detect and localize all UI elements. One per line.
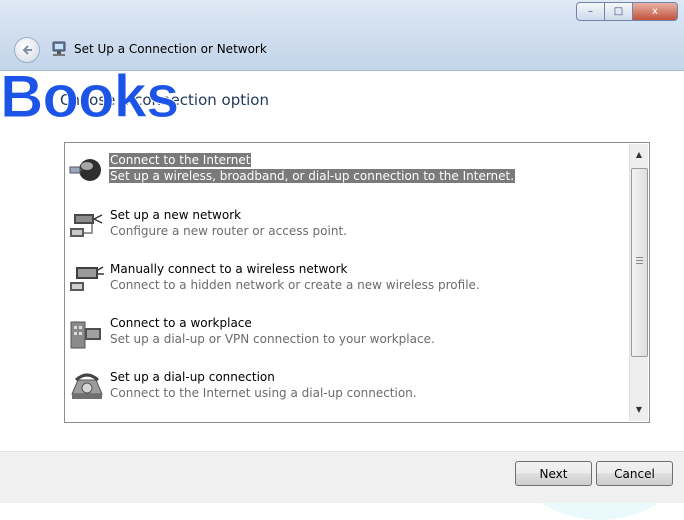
- minimize-button[interactable]: –: [576, 2, 604, 21]
- option-description: Connect to a hidden network or create a …: [110, 278, 480, 292]
- watermark-text: Books: [0, 63, 180, 130]
- scroll-up-button[interactable]: ▲: [630, 146, 648, 162]
- wireless-network-icon: [70, 266, 104, 291]
- option-description: Connect to the Internet using a dial-up …: [110, 386, 417, 400]
- vertical-scrollbar[interactable]: ▲ ▼: [629, 144, 648, 421]
- network-setup-icon: [52, 41, 66, 56]
- window-title: Set Up a Connection or Network: [74, 42, 267, 56]
- router-network-icon: [70, 214, 103, 237]
- globe-network-icon: [69, 159, 101, 181]
- option-title: Connect to a workplace: [110, 316, 252, 330]
- workplace-building-icon: [70, 321, 101, 349]
- close-button[interactable]: x: [632, 2, 678, 21]
- option-description: Configure a new router or access point.: [110, 224, 347, 238]
- option-manual-wireless[interactable]: Manually connect to a wireless network C…: [66, 254, 629, 304]
- scroll-down-icon: ▼: [635, 404, 643, 414]
- option-description: Set up a dial-up or VPN connection to yo…: [110, 332, 435, 346]
- option-title: Set up a new network: [110, 208, 242, 222]
- option-workplace[interactable]: Connect to a workplace Set up a dial-up …: [66, 308, 629, 358]
- maximize-button[interactable]: □: [604, 2, 632, 21]
- maximize-icon: □: [613, 6, 624, 17]
- window-controls: – □ x: [576, 2, 678, 21]
- scrollbar-thumb[interactable]: [631, 168, 648, 357]
- cancel-button[interactable]: Cancel: [596, 461, 673, 486]
- next-button[interactable]: Next: [515, 461, 592, 486]
- option-connect-to-internet[interactable]: Connect to the Internet Set up a wireles…: [66, 145, 629, 195]
- title-bar: – □ x Set Up a Connection or Network: [0, 0, 684, 71]
- option-title: Manually connect to a wireless network: [110, 262, 348, 276]
- connection-options-list[interactable]: Connect to the Internet Set up a wireles…: [64, 142, 650, 423]
- option-dialup[interactable]: Set up a dial-up connection Connect to t…: [66, 362, 629, 412]
- scroll-down-button[interactable]: ▼: [630, 401, 648, 417]
- scroll-up-icon: ▲: [635, 149, 643, 159]
- dialup-phone-icon: [71, 373, 103, 399]
- back-button[interactable]: [14, 37, 40, 63]
- option-title: Set up a dial-up connection: [110, 370, 275, 384]
- back-arrow-icon: [22, 45, 32, 55]
- option-title: Connect to the Internet: [109, 153, 252, 167]
- grip-icon: [636, 257, 643, 266]
- minimize-icon: –: [588, 6, 593, 17]
- option-new-network[interactable]: Set up a new network Configure a new rou…: [66, 200, 629, 250]
- option-description: Set up a wireless, broadband, or dial-up…: [109, 169, 516, 183]
- close-icon: x: [652, 6, 658, 17]
